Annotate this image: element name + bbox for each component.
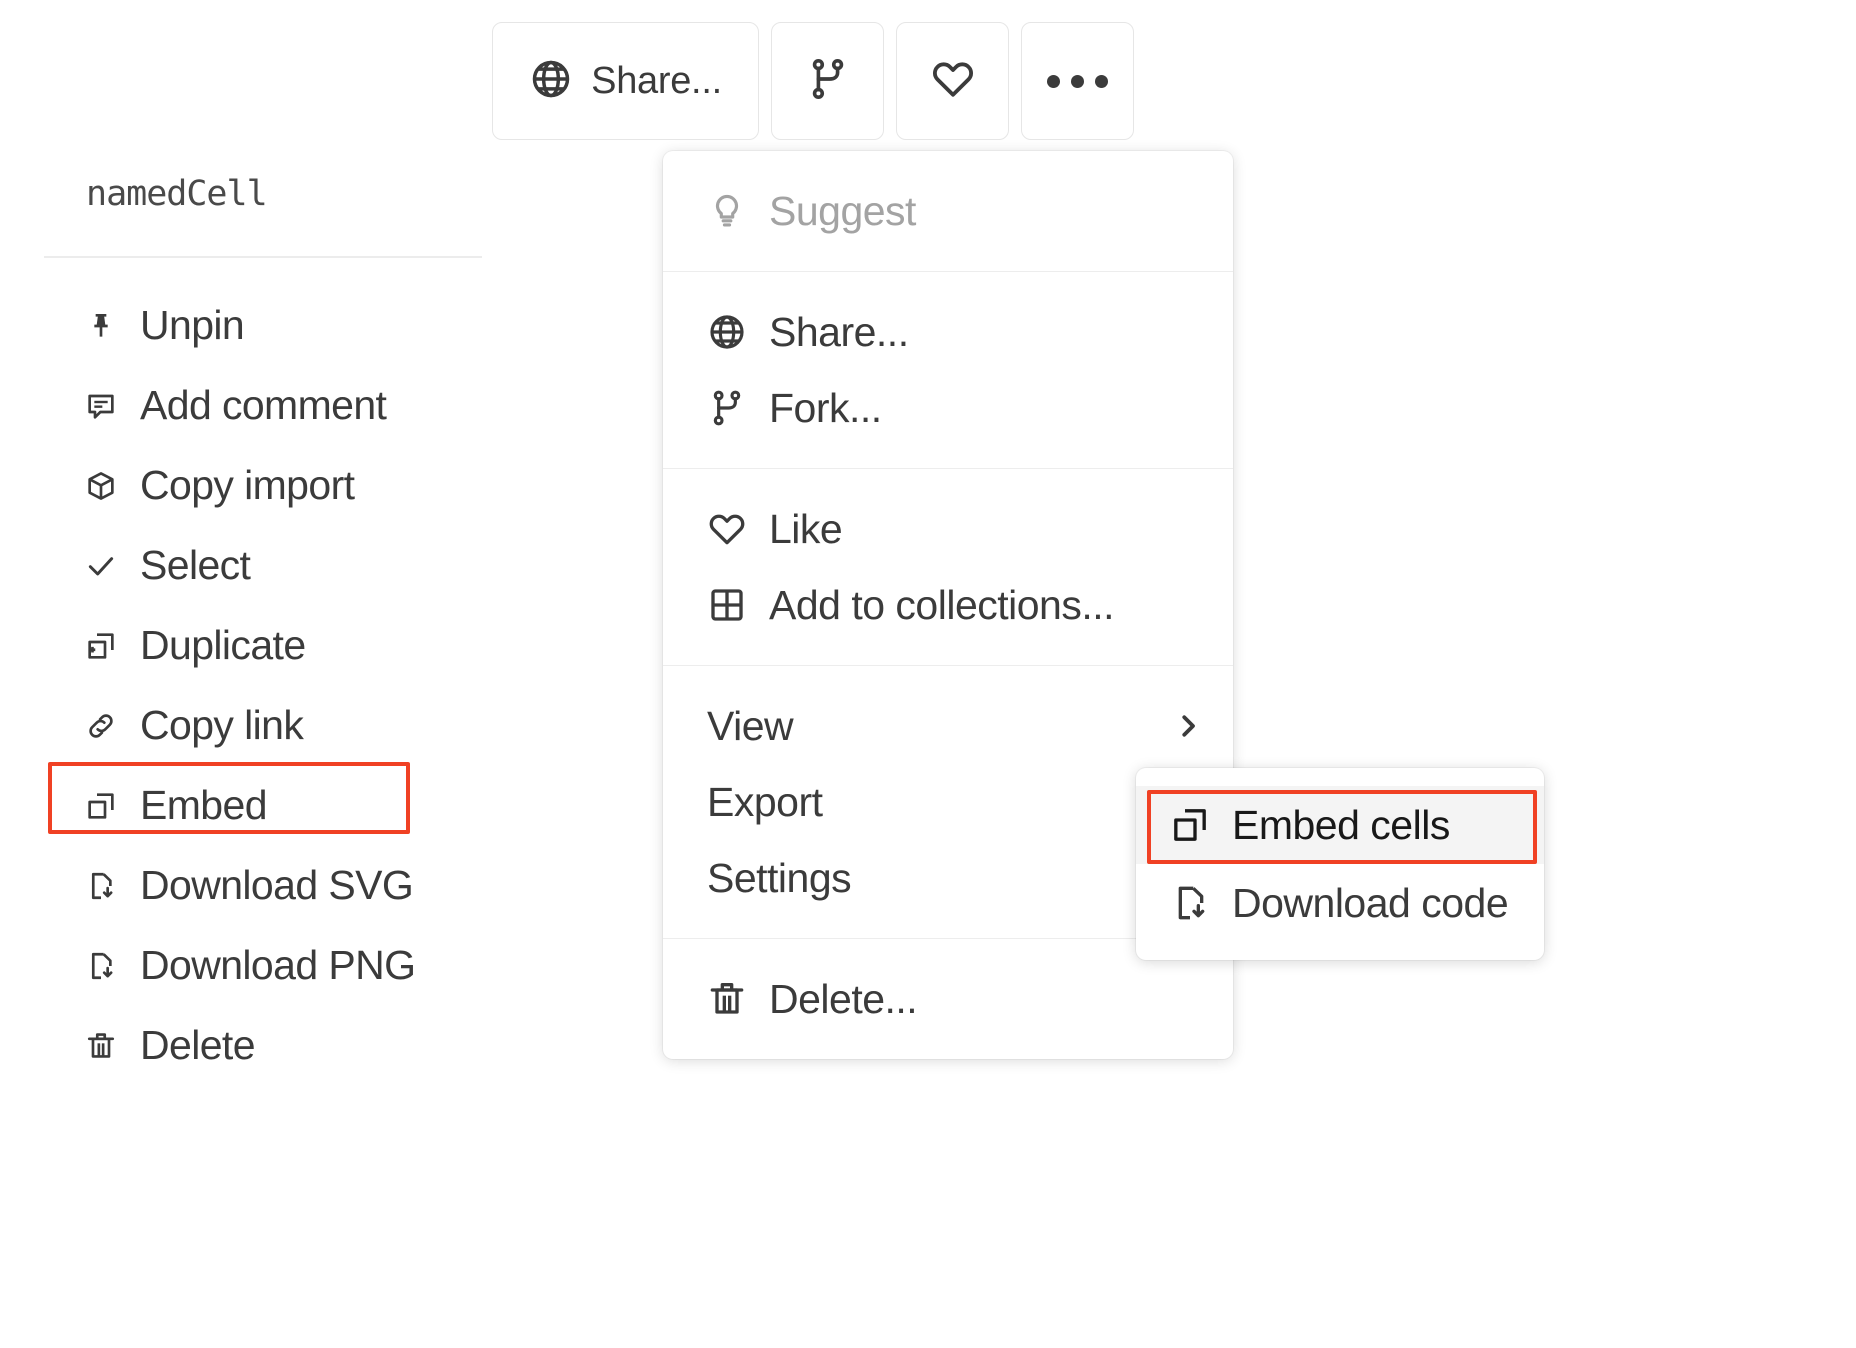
fork-button[interactable] — [771, 22, 884, 140]
dropdown-item-label: Settings — [707, 855, 851, 902]
duplicate-icon — [84, 629, 118, 663]
embed-icon — [1170, 805, 1210, 845]
cell-menu-item-download-png[interactable]: Download PNG — [0, 926, 500, 1006]
cell-menu-item-label: Add comment — [140, 382, 386, 429]
dropdown-item-add-to-collections[interactable]: Add to collections... — [663, 567, 1233, 643]
dropdown-item-fork[interactable]: Fork... — [663, 370, 1233, 446]
cell-menu-item-label: Copy import — [140, 462, 354, 509]
ellipsis-icon — [1047, 75, 1108, 88]
dropdown-item-delete[interactable]: Delete... — [663, 961, 1233, 1037]
trash-icon — [707, 979, 747, 1019]
dropdown-item-label: Export — [707, 779, 823, 826]
globe-icon — [529, 57, 573, 106]
file-download-icon — [84, 949, 118, 983]
cell-menu-items: Unpin Add comment Copy import — [0, 286, 500, 1086]
menu-divider — [44, 256, 482, 258]
share-button-label: Share... — [591, 60, 722, 103]
dropdown-section-suggest: Suggest — [663, 151, 1233, 271]
trash-icon — [84, 1029, 118, 1063]
cell-menu-item-label: Copy link — [140, 702, 303, 749]
cell-menu-item-duplicate[interactable]: Duplicate — [0, 606, 500, 686]
cell-name-title: namedCell — [0, 150, 500, 214]
cell-menu-item-delete[interactable]: Delete — [0, 1006, 500, 1086]
like-button[interactable] — [896, 22, 1009, 140]
package-icon — [84, 469, 118, 503]
cell-menu-item-label: Download SVG — [140, 862, 413, 909]
dropdown-item-label: Share... — [769, 309, 909, 356]
share-button[interactable]: Share... — [492, 22, 759, 140]
comment-icon — [84, 389, 118, 423]
submenu-item-download-code[interactable]: Download code — [1136, 864, 1544, 942]
export-submenu: Embed cells Download code — [1136, 768, 1544, 960]
cell-menu-item-label: Unpin — [140, 302, 244, 349]
link-icon — [84, 709, 118, 743]
cell-menu-item-download-svg[interactable]: Download SVG — [0, 846, 500, 926]
dropdown-section-social: Like Add to collections... — [663, 468, 1233, 665]
cell-menu-item-embed[interactable]: Embed — [0, 766, 500, 846]
pin-icon — [84, 309, 118, 343]
cell-menu-item-unpin[interactable]: Unpin — [0, 286, 500, 366]
fork-icon — [707, 388, 747, 428]
dropdown-item-share[interactable]: Share... — [663, 294, 1233, 370]
dropdown-item-label: Fork... — [769, 385, 882, 432]
dropdown-item-label: View — [707, 703, 793, 750]
cell-menu-item-label: Select — [140, 542, 250, 589]
top-toolbar: Share... — [492, 22, 1134, 140]
grid-icon — [707, 585, 747, 625]
embed-icon — [84, 789, 118, 823]
submenu-item-label: Embed cells — [1232, 802, 1450, 849]
dropdown-item-view[interactable]: View — [663, 688, 1233, 764]
cell-menu-item-copy-import[interactable]: Copy import — [0, 446, 500, 526]
cell-menu-item-add-comment[interactable]: Add comment — [0, 366, 500, 446]
cell-menu-item-select[interactable]: Select — [0, 526, 500, 606]
file-download-icon — [1170, 883, 1210, 923]
dropdown-item-label: Delete... — [769, 976, 917, 1023]
submenu-item-embed-cells[interactable]: Embed cells — [1136, 786, 1544, 864]
lightbulb-icon — [707, 191, 747, 231]
cell-menu-item-copy-link[interactable]: Copy link — [0, 686, 500, 766]
cell-context-menu: namedCell Unpin Add comment — [0, 150, 500, 1086]
check-icon — [84, 549, 118, 583]
heart-icon — [707, 509, 747, 549]
submenu-item-label: Download code — [1232, 880, 1508, 927]
dropdown-section-share: Share... Fork... — [663, 271, 1233, 468]
dropdown-item-like[interactable]: Like — [663, 491, 1233, 567]
globe-icon — [707, 312, 747, 352]
file-download-icon — [84, 869, 118, 903]
heart-icon — [930, 56, 976, 107]
cell-menu-item-label: Duplicate — [140, 622, 306, 669]
dropdown-item-label: Suggest — [769, 188, 916, 235]
fork-icon — [805, 56, 851, 107]
cell-menu-item-label: Delete — [140, 1022, 255, 1069]
chevron-right-icon — [1173, 711, 1203, 741]
dropdown-item-label: Add to collections... — [769, 582, 1114, 629]
more-options-button[interactable] — [1021, 22, 1134, 140]
cell-menu-item-label: Download PNG — [140, 942, 415, 989]
dropdown-item-label: Like — [769, 506, 842, 553]
dropdown-item-suggest[interactable]: Suggest — [663, 173, 1233, 249]
cell-menu-item-label: Embed — [140, 782, 267, 829]
